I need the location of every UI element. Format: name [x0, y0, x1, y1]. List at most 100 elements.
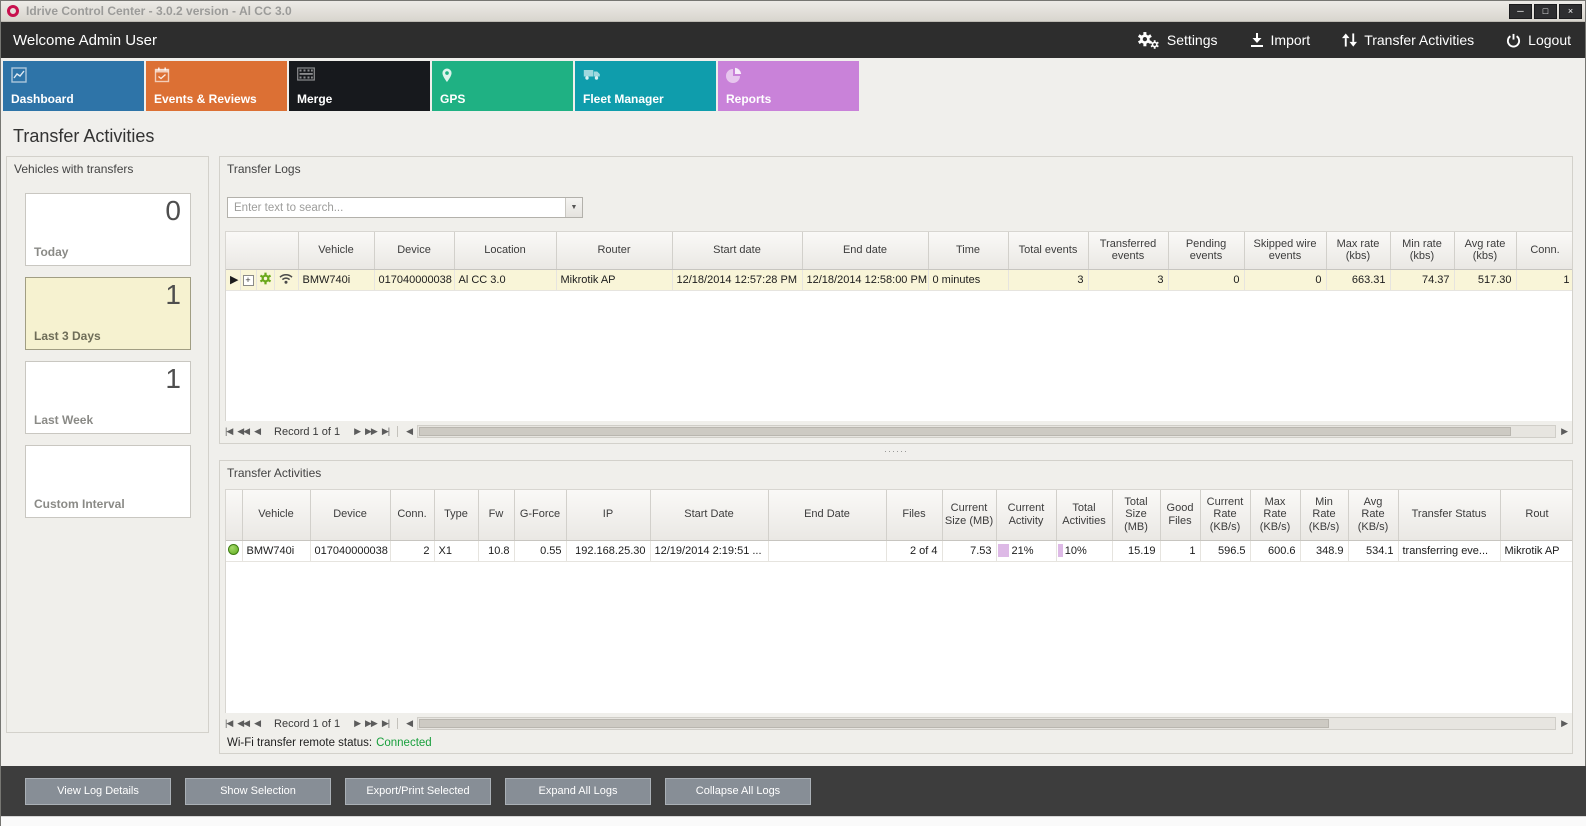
tab-events-reviews[interactable]: Events & Reviews	[146, 61, 287, 111]
cell-end-date: 12/18/2014 12:58:00 PM	[802, 269, 928, 290]
column-header[interactable]: End date	[802, 232, 928, 269]
cell-good-files: 1	[1160, 540, 1200, 561]
pager-next-button[interactable]: ▶	[354, 426, 360, 437]
pager-last-button[interactable]: ▶|	[382, 718, 389, 729]
column-header[interactable]: Fw	[478, 490, 514, 540]
nav-tiles: Dashboard Events & Reviews	[1, 58, 1585, 114]
column-header[interactable]: Location	[454, 232, 556, 269]
interval-card-last-3-days[interactable]: 1 Last 3 Days	[25, 277, 191, 350]
logout-button[interactable]: Logout	[1506, 32, 1571, 48]
column-header[interactable]: Skipped wire events	[1244, 232, 1326, 269]
column-header[interactable]: Time	[928, 232, 1008, 269]
column-header[interactable]: Vehicle	[242, 490, 310, 540]
pager-first-button[interactable]: |◀	[225, 426, 232, 437]
tile-label: Reports	[726, 92, 771, 106]
column-header[interactable]: Pending events	[1168, 232, 1244, 269]
pager-fast-prev-button[interactable]: ◀◀	[237, 718, 249, 729]
progress-text: 10%	[1065, 545, 1087, 557]
hscroll-right-button[interactable]: ▶	[1561, 718, 1567, 729]
settings-button[interactable]: Settings	[1136, 31, 1218, 50]
collapse-all-logs-button[interactable]: Collapse All Logs	[665, 778, 811, 805]
transfer-log-row[interactable]: ▶ +	[226, 269, 1572, 290]
column-header[interactable]: Min rate (kbs)	[1390, 232, 1454, 269]
pager-first-button[interactable]: |◀	[225, 718, 232, 729]
truck-icon	[583, 67, 601, 86]
cell-device: 017040000038	[374, 269, 454, 290]
column-header[interactable]: Avg rate (kbs)	[1454, 232, 1516, 269]
interval-card-today[interactable]: 0 Today	[25, 193, 191, 266]
column-header[interactable]: Min Rate (KB/s)	[1300, 490, 1348, 540]
column-header[interactable]: Files	[886, 490, 942, 540]
import-button[interactable]: Import	[1250, 32, 1311, 48]
column-header[interactable]: End Date	[768, 490, 886, 540]
pager-last-button[interactable]: ▶|	[382, 426, 389, 437]
tab-fleet-manager[interactable]: Fleet Manager	[575, 61, 716, 111]
pager-fast-next-button[interactable]: ▶▶	[365, 718, 377, 729]
column-header[interactable]: Total events	[1008, 232, 1088, 269]
column-header[interactable]: Device	[374, 232, 454, 269]
minimize-button[interactable]: ─	[1509, 4, 1532, 19]
export-print-selected-button[interactable]: Export/Print Selected	[345, 778, 491, 805]
transfer-activities-button[interactable]: Transfer Activities	[1342, 32, 1474, 48]
show-selection-button[interactable]: Show Selection	[185, 778, 331, 805]
column-header[interactable]: Type	[434, 490, 478, 540]
power-icon	[1506, 33, 1521, 48]
pager-prev-button[interactable]: ◀	[254, 426, 260, 437]
column-header[interactable]: Conn.	[1516, 232, 1572, 269]
tab-gps[interactable]: GPS	[432, 61, 573, 111]
column-header[interactable]: Current Size (MB)	[942, 490, 996, 540]
column-header[interactable]: Start date	[672, 232, 802, 269]
app-icon	[7, 5, 19, 17]
column-header[interactable]: Max Rate (KB/s)	[1250, 490, 1300, 540]
column-header[interactable]: Transferred events	[1088, 232, 1168, 269]
cell-max-rate: 600.6	[1250, 540, 1300, 561]
column-header[interactable]: Router	[556, 232, 672, 269]
hscrollbar-thumb[interactable]	[419, 719, 1329, 728]
hscroll-right-button[interactable]: ▶	[1561, 426, 1567, 437]
pager-fast-prev-button[interactable]: ◀◀	[237, 426, 249, 437]
transfer-activity-row[interactable]: BMW740i 017040000038 2 X1 10.8 0.55 192.…	[226, 540, 1572, 561]
tab-merge[interactable]: Merge	[289, 61, 430, 111]
expand-row-button[interactable]: +	[243, 275, 254, 286]
transfer-logs-grid: Vehicle Device Location Router Start dat…	[225, 231, 1572, 421]
pager-next-button[interactable]: ▶	[354, 718, 360, 729]
column-header[interactable]: Total Size (MB)	[1112, 490, 1160, 540]
close-button[interactable]: ×	[1559, 4, 1582, 19]
maximize-button[interactable]: □	[1534, 4, 1557, 19]
cell-files: 2 of 4	[886, 540, 942, 561]
column-header[interactable]: Max rate (kbs)	[1326, 232, 1390, 269]
logs-hscrollbar[interactable]	[417, 425, 1556, 438]
hscrollbar-thumb[interactable]	[419, 427, 1511, 436]
hscroll-left-button[interactable]: ◀	[406, 426, 412, 437]
search-dropdown-button[interactable]: ▼	[565, 198, 582, 217]
tab-dashboard[interactable]: Dashboard	[3, 61, 144, 111]
pager-fast-next-button[interactable]: ▶▶	[365, 426, 377, 437]
column-header[interactable]: Transfer Status	[1398, 490, 1500, 540]
cell-min-rate: 74.37	[1390, 269, 1454, 290]
card-count: 1	[165, 363, 181, 395]
view-log-details-button[interactable]: View Log Details	[25, 778, 171, 805]
column-header[interactable]: Avg Rate (KB/s)	[1348, 490, 1398, 540]
tab-reports[interactable]: Reports	[718, 61, 859, 111]
expand-all-logs-button[interactable]: Expand All Logs	[505, 778, 651, 805]
activities-hscrollbar[interactable]	[417, 717, 1556, 730]
interval-card-custom[interactable]: Custom Interval	[25, 445, 191, 518]
transfer-activities-panel: Transfer Activities Vehicle Device Conn.…	[219, 460, 1573, 754]
column-header[interactable]: Rout	[1500, 490, 1572, 540]
panel-splitter[interactable]: ······	[219, 448, 1573, 458]
column-header[interactable]: Current Activity	[996, 490, 1056, 540]
column-header[interactable]: Vehicle	[298, 232, 374, 269]
pager-prev-button[interactable]: ◀	[254, 718, 260, 729]
interval-card-last-week[interactable]: 1 Last Week	[25, 361, 191, 434]
column-header[interactable]: Conn.	[390, 490, 434, 540]
column-header[interactable]: G-Force	[514, 490, 566, 540]
search-input[interactable]	[228, 198, 565, 217]
column-header[interactable]: Device	[310, 490, 390, 540]
column-header[interactable]: Start Date	[650, 490, 768, 540]
cell-router: Mikrotik AP	[556, 269, 672, 290]
column-header[interactable]: Current Rate (KB/s)	[1200, 490, 1250, 540]
column-header[interactable]: Total Activities	[1056, 490, 1112, 540]
hscroll-left-button[interactable]: ◀	[406, 718, 412, 729]
column-header[interactable]: Good Files	[1160, 490, 1200, 540]
column-header[interactable]: IP	[566, 490, 650, 540]
